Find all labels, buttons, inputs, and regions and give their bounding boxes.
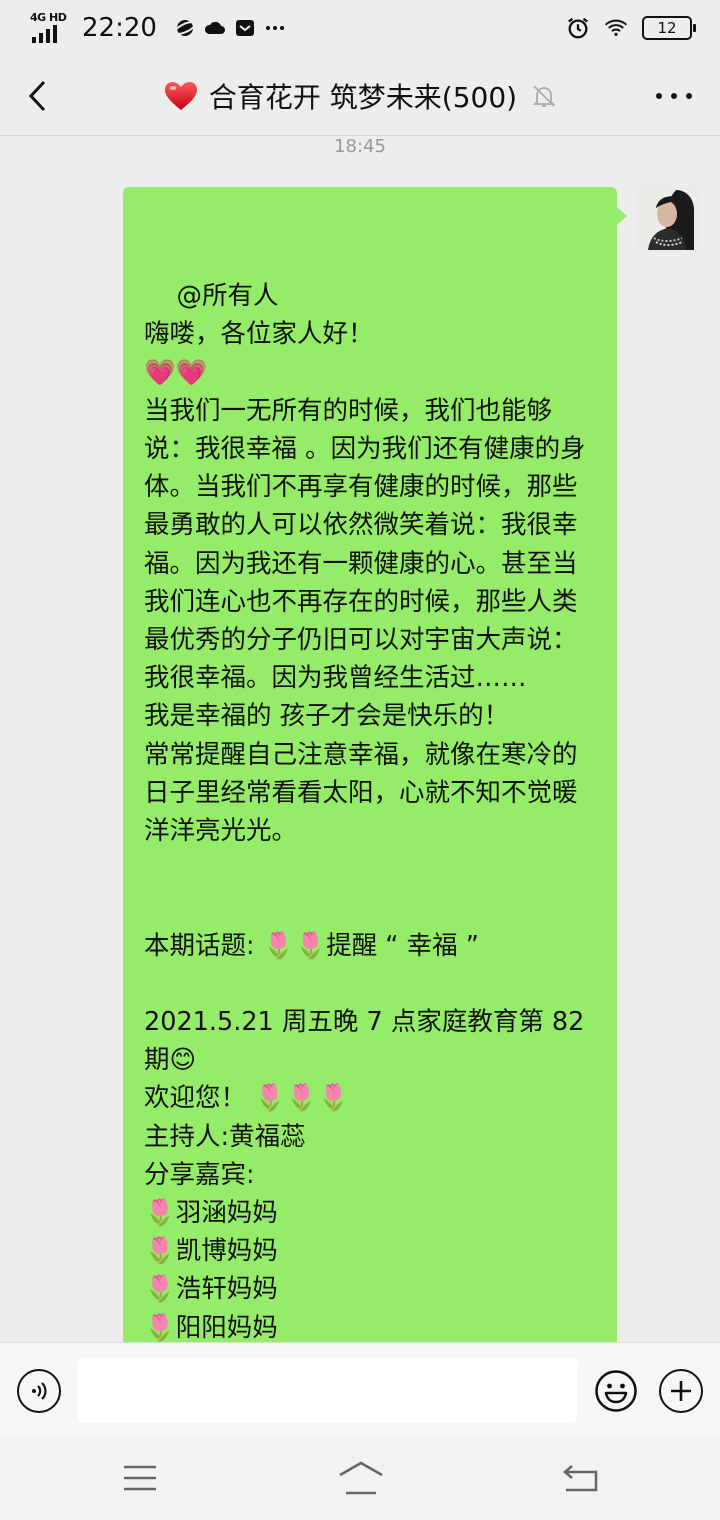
back-nav-button[interactable] (558, 1456, 602, 1500)
chat-area[interactable]: 18:45 @所有人 嗨喽，各位家人好！ 💗💗 当我们一无所有的时候，我们也能够… (0, 137, 720, 1342)
back-button[interactable] (18, 76, 58, 116)
message-bubble[interactable]: @所有人 嗨喽，各位家人好！ 💗💗 当我们一无所有的时候，我们也能够说：我很幸福… (123, 187, 617, 1342)
voice-icon (32, 1382, 47, 1400)
signal-icon: 4G HD (30, 11, 68, 43)
system-nav-bar (0, 1436, 720, 1520)
avatar[interactable] (636, 186, 700, 250)
alarm-icon (566, 16, 590, 40)
emoji-icon (595, 1370, 637, 1412)
network-label: 4G HD (30, 11, 67, 24)
more-dots-icon (263, 16, 287, 40)
cloud-icon (203, 16, 227, 40)
battery-level: 12 (657, 19, 677, 37)
battery-icon: 12 (642, 16, 696, 40)
home-button[interactable] (336, 1456, 386, 1500)
chat-header: 合育花开 筑梦未来(500) (0, 56, 720, 136)
status-bar: 4G HD 22:20 12 (0, 0, 720, 56)
back-icon (563, 1465, 598, 1492)
message-timestamp: 18:45 (334, 137, 386, 157)
back-arrow-icon (28, 80, 46, 112)
wifi-icon (604, 16, 628, 40)
bubble-tail (617, 207, 627, 225)
message-text: @所有人 嗨喽，各位家人好！ 💗💗 当我们一无所有的时候，我们也能够说：我很幸福… (144, 281, 586, 1342)
voice-button[interactable] (17, 1369, 61, 1413)
message-input[interactable] (78, 1358, 577, 1423)
home-icon (339, 1461, 383, 1495)
more-icon (656, 93, 662, 99)
more-button[interactable] (656, 84, 692, 108)
heart-emoji-icon (164, 81, 197, 110)
menu-icon (124, 1465, 156, 1491)
chat-title: 合育花开 筑梦未来(500) (208, 80, 518, 114)
menu-button[interactable] (118, 1456, 162, 1500)
mute-bell-icon (532, 84, 556, 107)
plus-button[interactable] (659, 1369, 703, 1413)
plus-icon (671, 1381, 691, 1401)
input-bar (0, 1342, 720, 1436)
emoji-button[interactable] (594, 1369, 638, 1413)
planet-icon (173, 16, 197, 40)
status-time: 22:20 (82, 13, 157, 43)
mail-icon (233, 16, 257, 40)
